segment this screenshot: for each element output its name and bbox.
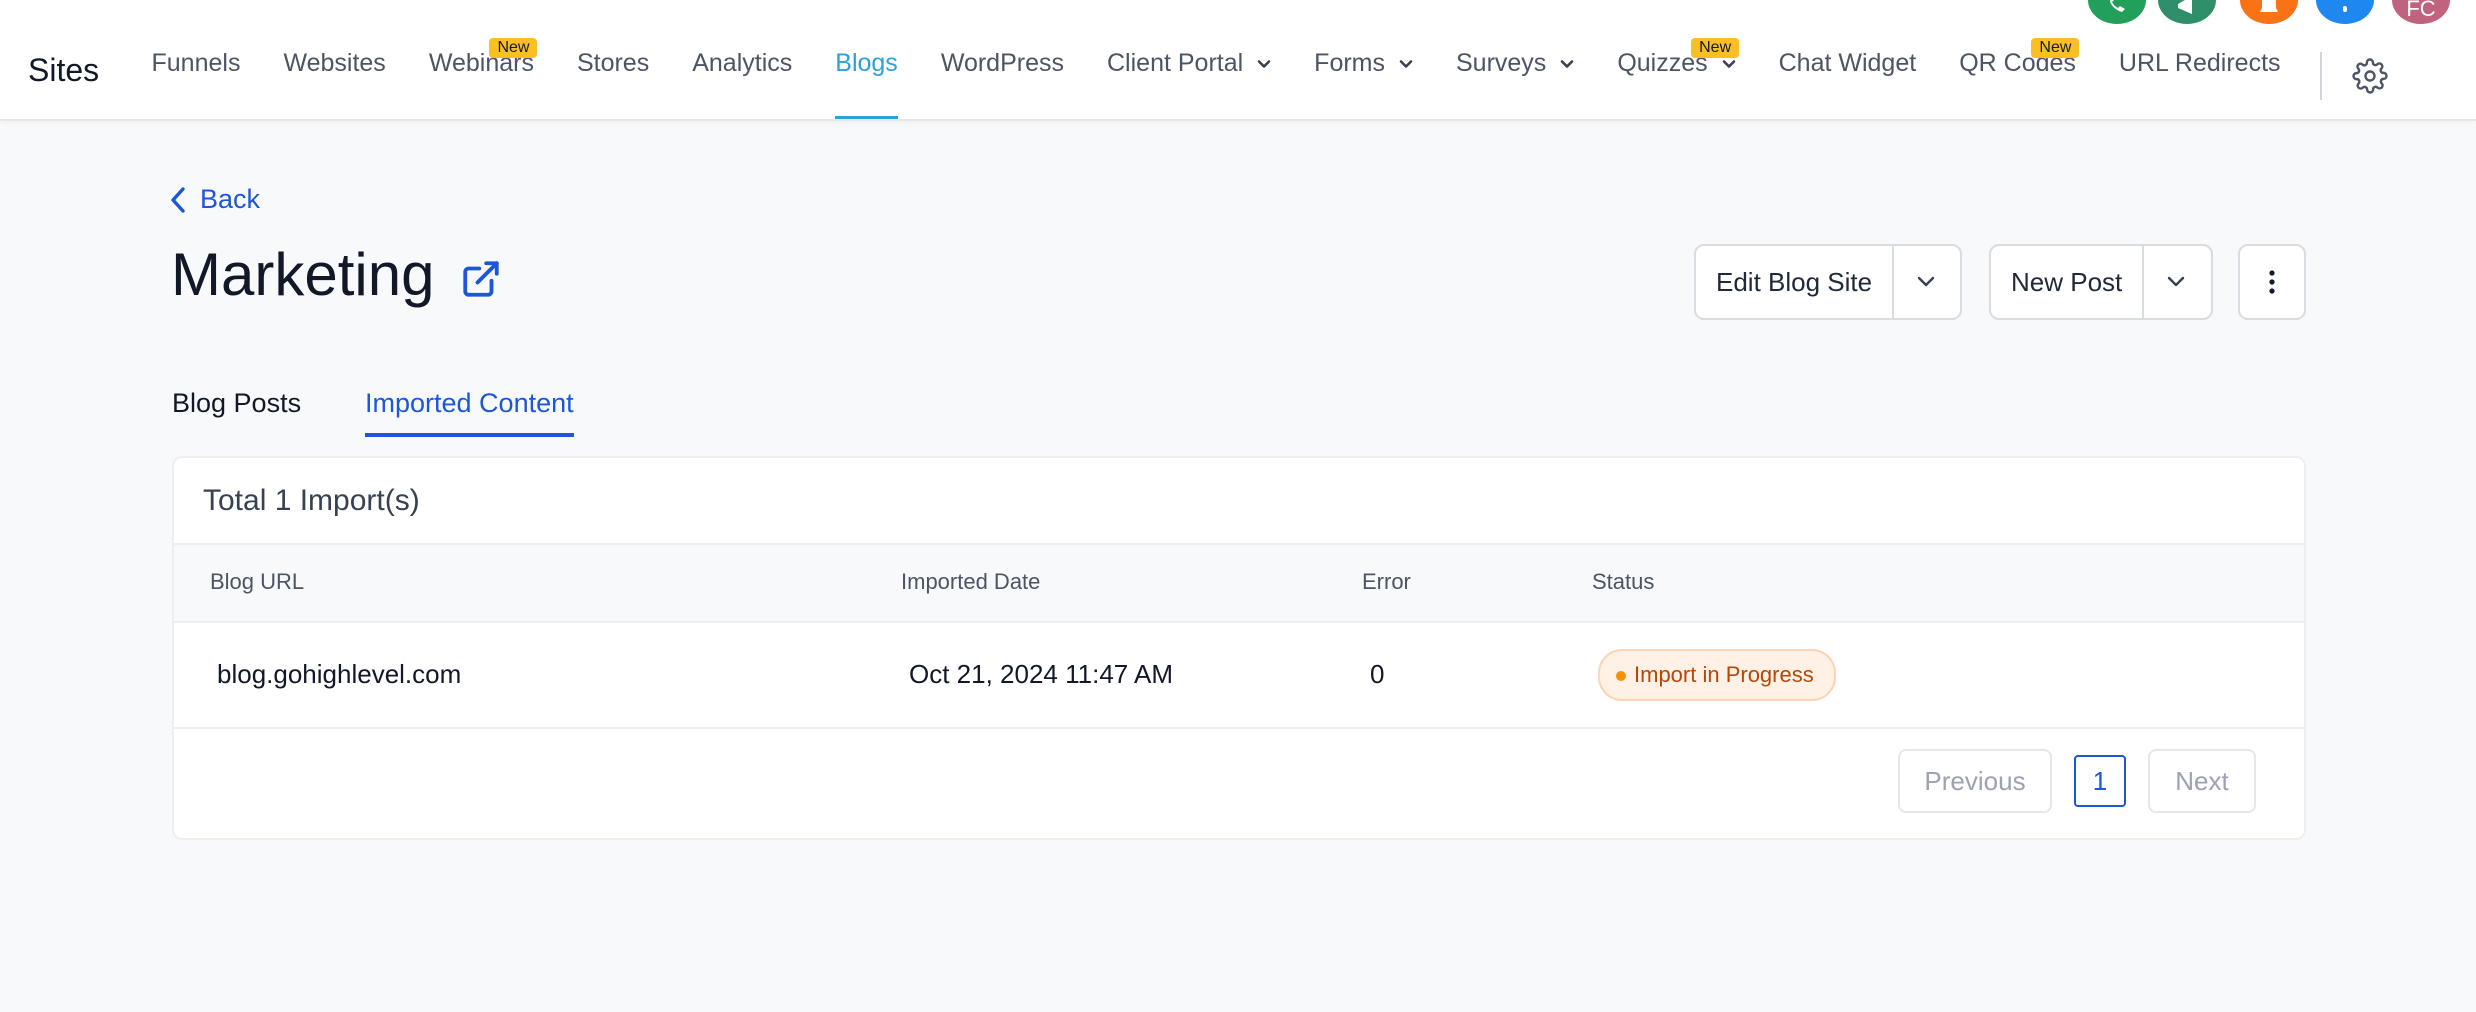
table-header: Blog URL Imported Date Error Status bbox=[174, 543, 2304, 623]
chevron-left-icon bbox=[171, 186, 185, 213]
next-page-button[interactable]: Next bbox=[2148, 749, 2256, 813]
imports-card: Total 1 Import(s) Blog URL Imported Date… bbox=[172, 456, 2306, 840]
external-link-icon[interactable] bbox=[460, 258, 502, 300]
error-count-cell: 0 bbox=[1370, 659, 1385, 689]
nav-item-webinars[interactable]: Webinars New bbox=[407, 0, 555, 119]
new-badge: New bbox=[489, 38, 538, 58]
column-header-blog-url: Blog URL bbox=[210, 569, 305, 594]
phone-call-button[interactable] bbox=[2088, 0, 2146, 24]
column-header-error: Error bbox=[1362, 569, 1411, 594]
previous-page-button[interactable]: Previous bbox=[1898, 749, 2052, 813]
more-options-button[interactable] bbox=[2238, 244, 2306, 320]
column-header-imported-date: Imported Date bbox=[901, 569, 1041, 594]
gear-icon[interactable] bbox=[2352, 58, 2388, 94]
imports-total: Total 1 Import(s) bbox=[203, 484, 420, 517]
chevron-down-icon bbox=[1560, 57, 1574, 71]
chevron-down-icon bbox=[1917, 276, 1935, 287]
nav-item-funnels[interactable]: Funnels bbox=[130, 0, 262, 119]
nav-item-surveys[interactable]: Surveys bbox=[1435, 0, 1596, 119]
chevron-down-icon bbox=[1257, 57, 1271, 71]
new-post-split-button: New Post bbox=[1989, 244, 2213, 320]
chevron-down-icon bbox=[1722, 57, 1736, 71]
more-vertical-icon bbox=[2269, 270, 2275, 294]
tab-blog-posts[interactable]: Blog Posts bbox=[172, 388, 301, 433]
chevron-down-icon bbox=[2168, 276, 2185, 287]
blog-url-cell: blog.gohighlevel.com bbox=[217, 659, 462, 689]
new-post-button[interactable]: New Post bbox=[1991, 246, 2142, 318]
avatar[interactable]: FC bbox=[2392, 0, 2450, 24]
imported-date-cell: Oct 21, 2024 11:47 AM bbox=[909, 659, 1174, 689]
nav-item-quizzes[interactable]: Quizzes New bbox=[1596, 0, 1757, 119]
chevron-down-icon bbox=[1399, 57, 1413, 71]
nav-item-stores[interactable]: Stores bbox=[555, 0, 670, 119]
edit-blog-site-dropdown-button[interactable] bbox=[1892, 246, 1958, 318]
nav-item-analytics[interactable]: Analytics bbox=[671, 0, 814, 119]
new-badge: New bbox=[1691, 38, 1740, 58]
page-title: Marketing bbox=[171, 241, 435, 308]
page-number-button[interactable]: 1 bbox=[2074, 755, 2126, 807]
edit-blog-site-button[interactable]: Edit Blog Site bbox=[1696, 246, 1892, 318]
back-label: Back bbox=[200, 184, 261, 214]
nav-divider bbox=[2320, 52, 2322, 100]
svg-text:FC: FC bbox=[2406, 0, 2435, 21]
nav-item-qr-codes[interactable]: QR Codes New bbox=[1938, 0, 2098, 119]
nav-item-chat-widget[interactable]: Chat Widget bbox=[1757, 0, 1938, 119]
notifications-bell-button[interactable] bbox=[2240, 0, 2298, 24]
top-navigation: Sites Funnels Websites Webinars New Stor… bbox=[0, 0, 2476, 121]
nav-item-websites[interactable]: Websites bbox=[262, 0, 407, 119]
nav-menu: Funnels Websites Webinars New Stores Ana… bbox=[130, 0, 2302, 119]
nav-item-client-portal[interactable]: Client Portal bbox=[1086, 0, 1293, 119]
back-link[interactable]: Back bbox=[170, 184, 260, 215]
megaphone-button[interactable] bbox=[2158, 0, 2216, 24]
status-badge: Import in Progress bbox=[1598, 649, 1836, 701]
tab-imported-content[interactable]: Imported Content bbox=[365, 388, 574, 437]
brand-title: Sites bbox=[28, 52, 100, 88]
new-badge: New bbox=[2031, 38, 2080, 58]
nav-item-blogs[interactable]: Blogs bbox=[814, 0, 920, 119]
nav-item-forms[interactable]: Forms bbox=[1293, 0, 1435, 119]
help-button[interactable] bbox=[2316, 0, 2374, 24]
new-post-dropdown-button[interactable] bbox=[2142, 246, 2208, 318]
edit-blog-site-split-button: Edit Blog Site bbox=[1694, 244, 1962, 320]
nav-item-wordpress[interactable]: WordPress bbox=[919, 0, 1085, 119]
column-header-status: Status bbox=[1592, 569, 1655, 594]
table-row: blog.gohighlevel.com Oct 21, 2024 11:47 … bbox=[174, 621, 2304, 729]
